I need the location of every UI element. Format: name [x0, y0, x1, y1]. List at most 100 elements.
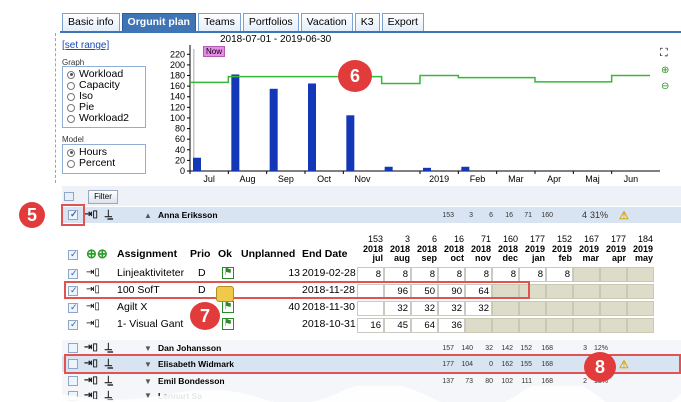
drag-handle-icon[interactable] [216, 286, 234, 302]
col-end-date[interactable]: End Date [302, 248, 348, 260]
org-icon[interactable]: ⊥̲ [104, 210, 113, 220]
person-checkbox[interactable] [68, 343, 78, 353]
stat-cell: 152 [520, 344, 532, 352]
col-assignment[interactable]: Assignment [117, 248, 177, 260]
month-total: 6 [431, 234, 437, 244]
end-date-value: 2018-11-30 [302, 301, 355, 313]
assignments-checkbox[interactable] [68, 249, 78, 260]
month-cell[interactable] [600, 284, 627, 299]
month-cell[interactable] [600, 318, 627, 333]
person-checkbox[interactable] [68, 376, 78, 386]
callout-5: 5 [19, 202, 45, 228]
month-cell[interactable]: 32 [465, 301, 492, 316]
row-checkbox[interactable] [68, 302, 78, 313]
month-cell[interactable]: 32 [384, 301, 411, 316]
assignment-name[interactable]: Agilt X [117, 301, 147, 313]
tab-k3[interactable]: K3 [354, 13, 380, 31]
zoom-in-icon[interactable]: ⊕ [661, 65, 669, 76]
ok-flag-icon[interactable]: ⚑ [222, 318, 234, 330]
month-cell[interactable] [492, 318, 519, 333]
month-cell[interactable] [519, 301, 546, 316]
assignment-icon[interactable]: ⇥▯ [86, 301, 100, 312]
month-cell[interactable] [492, 301, 519, 316]
month-cell[interactable]: 36 [438, 318, 465, 333]
month-cell[interactable] [627, 318, 654, 333]
month-cell[interactable] [519, 318, 546, 333]
month-cell[interactable]: 32 [438, 301, 465, 316]
month-cell[interactable] [546, 284, 573, 299]
col-unplanned[interactable]: Unplanned [241, 248, 295, 260]
month-cell[interactable] [357, 301, 384, 316]
col-ok[interactable]: Ok [218, 248, 232, 260]
collapse-icon[interactable]: ▲ [144, 211, 152, 220]
assignment-icon[interactable]: ⇥▯ [86, 267, 100, 278]
ok-flag-icon[interactable]: ⚑ [222, 267, 234, 279]
select-all-checkbox[interactable] [64, 192, 74, 201]
tab-vacation[interactable]: Vacation [300, 13, 353, 31]
month-cell[interactable] [627, 267, 654, 282]
tab-orgunit-plan[interactable]: Orgunit plan [121, 13, 196, 31]
person-row[interactable]: ⇥▯ ⊥̲ ▲ Anna Eriksson 153 3 6 16 71 160 … [62, 207, 681, 223]
month-cell[interactable] [573, 284, 600, 299]
assignment-icon[interactable]: ⇥▯ [86, 318, 100, 329]
row-checkbox[interactable] [68, 268, 78, 279]
tab-export[interactable]: Export [381, 13, 424, 31]
assignment-name[interactable]: Linjeaktiviteter [117, 267, 184, 279]
month-total: 167 [583, 234, 599, 244]
month-cell[interactable]: 8 [384, 267, 411, 282]
month-cell[interactable] [600, 301, 627, 316]
month-cell[interactable] [627, 301, 654, 316]
x-tick-label: Nov [354, 174, 371, 184]
x-tick-label: Mar [508, 174, 524, 184]
expand-icon[interactable]: ▼ [144, 377, 152, 386]
filter-button[interactable]: Filter [88, 190, 118, 204]
month-cell[interactable]: 32 [411, 301, 438, 316]
month-cell[interactable] [627, 284, 654, 299]
assignment-name[interactable]: 1- Visual Gant [117, 318, 183, 330]
tab-portfolios[interactable]: Portfolios [242, 13, 299, 31]
add-assignment-icon[interactable]: ⊕⊕ [86, 246, 108, 262]
month-cell[interactable] [600, 267, 627, 282]
month-cell[interactable]: 8 [546, 267, 573, 282]
col-prio[interactable]: Prio [190, 248, 210, 260]
row-checkbox[interactable] [68, 319, 78, 330]
expand-icon[interactable]: ⛶ [660, 47, 668, 60]
month-cell[interactable]: 64 [411, 318, 438, 333]
month-cell[interactable] [573, 267, 600, 282]
person-icon[interactable]: ⇥▯ [84, 210, 98, 220]
org-icon[interactable]: ⊥̲ [104, 376, 113, 386]
x-tick-label: 2019 [429, 174, 449, 184]
month-cell[interactable]: 16 [357, 318, 384, 333]
torn-edge [0, 386, 681, 402]
ok-flag-icon[interactable]: ⚑ [222, 301, 234, 313]
y-tick-label: 80 [175, 124, 185, 134]
y-tick-label: 200 [170, 60, 185, 70]
stat-cell: 168 [541, 344, 553, 352]
radio-workload2[interactable]: Workload2 [67, 113, 141, 124]
month-cell[interactable] [546, 301, 573, 316]
tab-teams[interactable]: Teams [197, 13, 241, 31]
org-icon[interactable]: ⊥̲ [104, 343, 113, 353]
month-cell[interactable]: 8 [438, 267, 465, 282]
set-range-link[interactable]: [set range] [62, 40, 109, 51]
month-cell[interactable]: 8 [519, 267, 546, 282]
month-cell[interactable]: 8 [465, 267, 492, 282]
radio-percent[interactable]: Percent [67, 158, 141, 169]
person-icon[interactable]: ⇥▯ [84, 343, 98, 353]
bar [346, 115, 355, 171]
tab-basic-info[interactable]: Basic info [62, 13, 120, 31]
month-cell[interactable]: 8 [492, 267, 519, 282]
person-icon[interactable]: ⇥▯ [84, 376, 98, 386]
month-cell[interactable] [573, 318, 600, 333]
stat-cell: 102 [501, 377, 513, 385]
month-cell[interactable] [573, 301, 600, 316]
month-cell[interactable]: 8 [357, 267, 384, 282]
panel-divider [55, 33, 56, 183]
zoom-out-icon[interactable]: ⊖ [661, 81, 669, 92]
month-cell[interactable] [465, 318, 492, 333]
month-cell[interactable] [546, 318, 573, 333]
x-tick-label: Maj [585, 174, 600, 184]
month-cell[interactable]: 45 [384, 318, 411, 333]
expand-icon[interactable]: ▼ [144, 344, 152, 353]
month-cell[interactable]: 8 [411, 267, 438, 282]
